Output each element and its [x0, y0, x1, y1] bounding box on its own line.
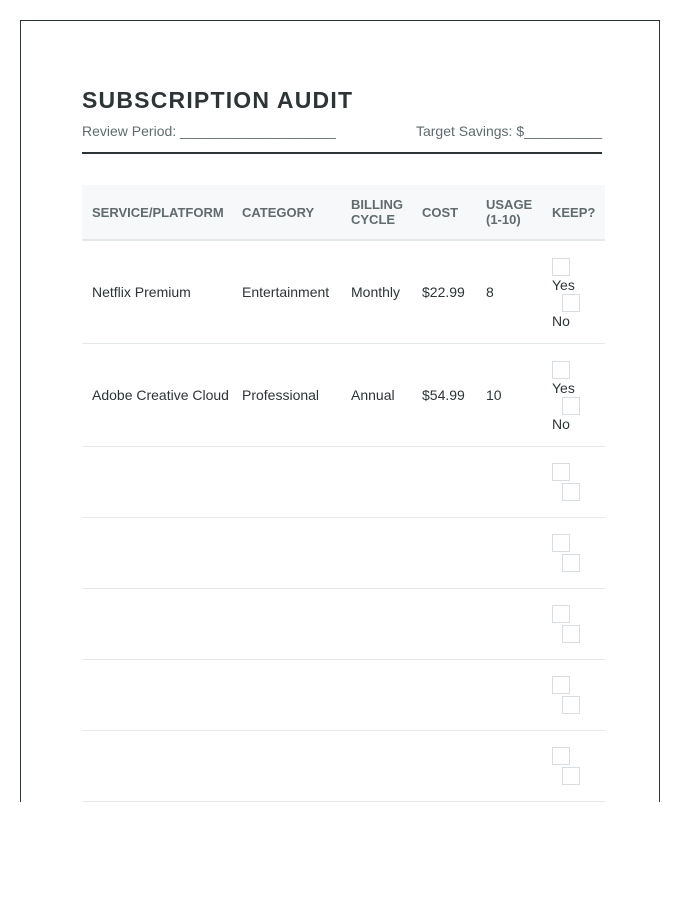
keep-no-checkbox[interactable] [562, 767, 580, 785]
audit-sheet: SUBSCRIPTION AUDIT Review Period: ______… [20, 20, 660, 802]
audit-meta: Review Period: ____________________ Targ… [82, 123, 602, 141]
table-row [82, 660, 605, 731]
keep-yes-checkbox[interactable] [552, 258, 570, 276]
keep-no-checkbox[interactable] [562, 483, 580, 501]
table-header: SERVICE/PLATFORM CATEGORY BILLING CYCLE … [82, 185, 605, 241]
keep-no-checkbox[interactable] [562, 554, 580, 572]
keep-yes-checkbox[interactable] [552, 676, 570, 694]
header-service: SERVICE/PLATFORM [92, 204, 224, 220]
service-cell: Adobe Creative Cloud [92, 387, 229, 403]
table-row: Netflix Premium Entertainment Monthly $2… [82, 241, 605, 344]
document-title: SUBSCRIPTION AUDIT [82, 87, 354, 113]
usage-cell: 8 [486, 284, 494, 300]
keep-no-label: No [552, 416, 570, 432]
keep-no-checkbox[interactable] [562, 625, 580, 643]
table-row [82, 589, 605, 660]
header-usage: USAGE (1-10) [486, 197, 533, 227]
keep-yes-label: Yes [552, 380, 575, 396]
table-row [82, 447, 605, 518]
header-billing-cycle: BILLING CYCLE [351, 197, 403, 227]
header-cost: COST [422, 204, 459, 220]
header-category: CATEGORY [242, 204, 315, 220]
table-row [82, 518, 605, 589]
keep-yes-checkbox[interactable] [552, 361, 570, 379]
table-row [82, 731, 605, 802]
keep-yes-checkbox[interactable] [552, 605, 570, 623]
category-cell: Entertainment [242, 284, 330, 300]
target-savings-field[interactable]: Target Savings: $__________ [416, 123, 602, 139]
keep-no-label: No [552, 313, 570, 329]
keep-no-checkbox[interactable] [562, 294, 580, 312]
keep-no-checkbox[interactable] [562, 397, 580, 415]
cost-cell: $22.99 [422, 284, 465, 300]
usage-cell: 10 [486, 387, 502, 403]
subscription-table: SERVICE/PLATFORM CATEGORY BILLING CYCLE … [82, 185, 605, 802]
keep-yes-checkbox[interactable] [552, 463, 570, 481]
title-divider [82, 152, 602, 154]
keep-no-checkbox[interactable] [562, 696, 580, 714]
category-cell: Professional [242, 387, 320, 403]
keep-yes-checkbox[interactable] [552, 747, 570, 765]
billing-cell: Monthly [351, 284, 401, 300]
cost-cell: $54.99 [422, 387, 465, 403]
service-cell: Netflix Premium [92, 284, 191, 300]
keep-yes-checkbox[interactable] [552, 534, 570, 552]
table-row: Adobe Creative Cloud Professional Annual… [82, 344, 605, 447]
review-period-field[interactable]: Review Period: ____________________ [82, 123, 336, 139]
keep-yes-label: Yes [552, 277, 575, 293]
header-keep: KEEP? [552, 204, 596, 220]
billing-cell: Annual [351, 387, 395, 403]
